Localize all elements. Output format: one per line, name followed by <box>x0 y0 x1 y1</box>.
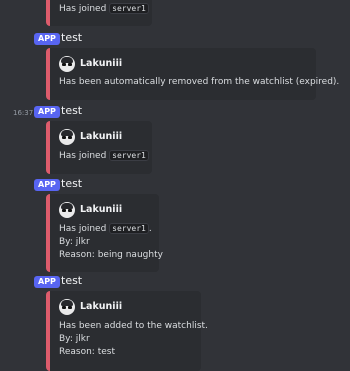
embed-line-suffix: . <box>148 224 152 234</box>
embed-line: Has joined server1. <box>59 223 152 234</box>
embed-line-text: Has joined <box>59 151 110 161</box>
embed-card: Lakuniii Has been automatically removed … <box>46 48 339 100</box>
message-header: 16:37 APP test <box>0 104 350 122</box>
embed-username: Lakuniii <box>80 131 123 142</box>
app-badge: APP <box>34 33 60 45</box>
embed-line: Reason: being naughty <box>59 250 163 260</box>
embed-card: Lakuniii Has joined server1. By: jlkr Re… <box>46 194 163 272</box>
embed-line: Reason: test <box>59 347 115 357</box>
embed-line: By: jlkr <box>59 334 90 344</box>
avatar[interactable] <box>59 299 75 315</box>
app-badge: APP <box>34 106 60 118</box>
avatar[interactable] <box>59 202 75 218</box>
embed-username: Lakuniii <box>80 204 123 215</box>
message-header: APP test <box>0 31 350 49</box>
embed-card: Has joined server1 <box>46 0 152 26</box>
message-header: APP test <box>0 274 350 292</box>
author-name[interactable]: test <box>61 104 82 117</box>
author-name[interactable]: test <box>61 31 82 44</box>
message-header: APP test <box>0 177 350 195</box>
embed-line: Has joined server1 <box>59 150 149 161</box>
embed-line-text: Has joined <box>59 224 110 234</box>
embed-username: Lakuniii <box>80 301 123 312</box>
server-code: server1 <box>109 223 149 234</box>
embed-card: Lakuniii Has joined server1 <box>46 121 152 174</box>
embed-line: By: jlkr <box>59 237 90 247</box>
timestamp: 16:37 <box>13 109 34 117</box>
avatar[interactable] <box>59 129 75 145</box>
app-badge: APP <box>34 179 60 191</box>
embed-line-text: Has been automatically removed from the … <box>59 77 340 87</box>
server-code: server1 <box>109 150 149 161</box>
embed-card: Lakuniii Has been added to the watchlist… <box>46 291 208 371</box>
server-code: server1 <box>109 3 149 14</box>
embed-username: Lakuniii <box>80 58 123 69</box>
embed-line: Has been added to the watchlist. <box>59 321 208 331</box>
embed-line: Has joined server1 <box>59 3 149 14</box>
embed-line: Has been automatically removed from the … <box>59 77 339 87</box>
author-name[interactable]: test <box>61 274 82 287</box>
embed-line-text: Has joined <box>59 4 110 14</box>
app-badge: APP <box>34 276 60 288</box>
avatar[interactable] <box>59 56 75 72</box>
author-name[interactable]: test <box>61 177 82 190</box>
